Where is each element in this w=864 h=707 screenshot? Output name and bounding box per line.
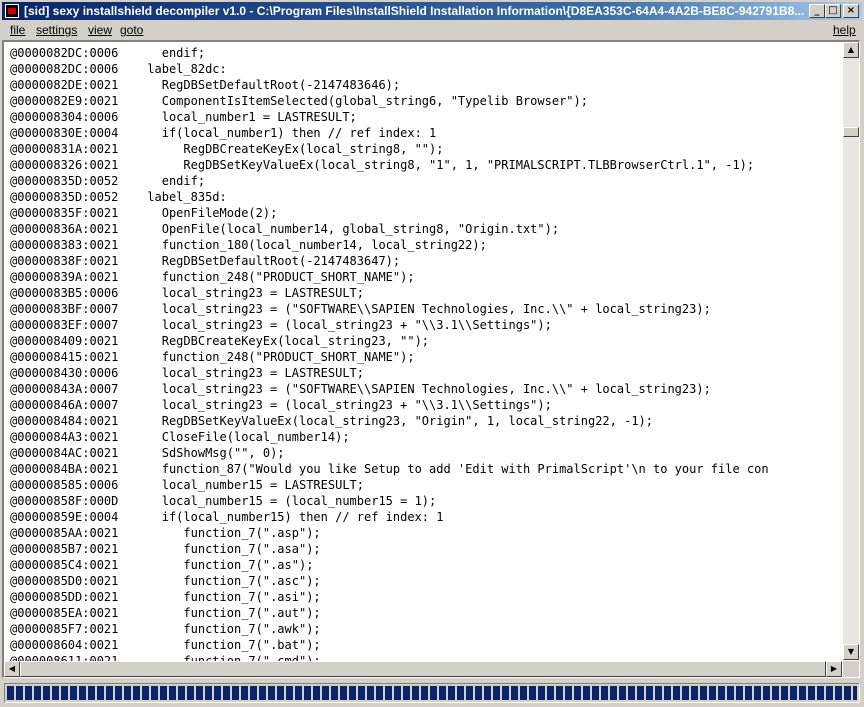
code-line: @000008409:0021 RegDBCreateKeyEx(local_s…	[10, 334, 430, 348]
scroll-right-button[interactable]: ▶	[826, 661, 842, 677]
code-line: @0000085EA:0021 function_7(".aut");	[10, 606, 321, 620]
vertical-scroll-thumb[interactable]	[843, 127, 859, 138]
progress-fill	[7, 686, 857, 700]
code-line: @000008415:0021 function_248("PRODUCT_SH…	[10, 350, 415, 364]
close-button[interactable]: ×	[843, 4, 859, 18]
menu-settings[interactable]: settings	[32, 21, 81, 39]
code-line: @00000859E:0004 if(local_number15) then …	[10, 510, 444, 524]
code-line: @00000830E:0004 if(local_number1) then /…	[10, 126, 437, 140]
menu-help[interactable]: help	[829, 21, 860, 39]
code-line: @0000082DC:0006 label_82dc:	[10, 62, 227, 76]
code-line: @0000085AA:0021 function_7(".asp");	[10, 526, 321, 540]
code-line: @0000085DD:0021 function_7(".asi");	[10, 590, 321, 604]
code-line: @000008383:0021 function_180(local_numbe…	[10, 238, 487, 252]
code-line: @000008304:0006 local_number1 = LASTRESU…	[10, 110, 357, 124]
code-line: @00000838F:0021 RegDBSetDefaultRoot(-214…	[10, 254, 401, 268]
code-line: @0000084BA:0021 function_87("Would you l…	[10, 462, 769, 476]
menu-bar: file settings view goto help	[2, 21, 862, 39]
code-line: @000008484:0021 RegDBSetKeyValueEx(local…	[10, 414, 653, 428]
code-line: @000008430:0006 local_string23 = LASTRES…	[10, 366, 365, 380]
code-line: @0000082E9:0021 ComponentIsItemSelected(…	[10, 94, 588, 108]
maximize-button[interactable]: □	[825, 4, 841, 18]
code-line: @0000082DE:0021 RegDBSetDefaultRoot(-214…	[10, 78, 401, 92]
menu-goto[interactable]: goto	[116, 21, 147, 39]
window-title: [sid] sexy installshield decompiler v1.0…	[24, 4, 804, 18]
vertical-scrollbar[interactable]: ▲ ▼	[843, 42, 859, 660]
menu-file-label: file	[10, 23, 26, 37]
code-line: @0000083BF:0007 local_string23 = ("SOFTW…	[10, 302, 711, 316]
code-line: @000008585:0006 local_number15 = LASTRES…	[10, 478, 365, 492]
menu-help-label: help	[833, 23, 856, 37]
menu-view-label: view	[88, 23, 113, 37]
code-line: @00000843A:0007 local_string23 = ("SOFTW…	[10, 382, 711, 396]
minimize-button[interactable]: _	[809, 4, 825, 18]
app-icon[interactable]	[5, 4, 19, 18]
code-line: @0000085B7:0021 function_7(".asa");	[10, 542, 321, 556]
code-line: @0000082DC:0006 endif;	[10, 46, 206, 60]
code-line: @00000831A:0021 RegDBCreateKeyEx(local_s…	[10, 142, 444, 156]
code-line: @00000846A:0007 local_string23 = (local_…	[10, 398, 552, 412]
menu-file[interactable]: file	[6, 21, 29, 39]
menu-view[interactable]: view	[84, 21, 116, 39]
code-editor[interactable]: @0000082DC:0006 endif; @0000082DC:0006 la…	[2, 40, 860, 678]
scrollbar-corner	[843, 661, 859, 677]
code-line: @00000836A:0021 OpenFile(local_number14,…	[10, 222, 560, 236]
title-bar[interactable]: [sid] sexy installshield decompiler v1.0…	[2, 2, 862, 20]
menu-settings-label: settings	[36, 23, 78, 37]
main-window: [sid] sexy installshield decompiler v1.0…	[0, 0, 864, 707]
code-line: @0000083EF:0007 local_string23 = (local_…	[10, 318, 552, 332]
code-line: @0000084AC:0021 SdShowMsg("", 0);	[10, 446, 285, 460]
progress-bar	[4, 683, 860, 703]
code-line: @00000858F:000D local_number15 = (local_…	[10, 494, 437, 508]
horizontal-scroll-thumb[interactable]	[20, 661, 826, 677]
code-line: @0000083B5:0006 local_string23 = LASTRES…	[10, 286, 365, 300]
code-line: @0000085D0:0021 function_7(".asc");	[10, 574, 321, 588]
menu-goto-label: goto	[120, 23, 144, 37]
code-line: @0000084A3:0021 CloseFile(local_number14…	[10, 430, 350, 444]
code-line: @000008326:0021 RegDBSetKeyValueEx(local…	[10, 158, 755, 172]
code-line: @00000835D:0052 label_835d:	[10, 190, 227, 204]
code-line: @00000835F:0021 OpenFileMode(2);	[10, 206, 278, 220]
scroll-down-button[interactable]: ▼	[843, 644, 859, 660]
scroll-up-button[interactable]: ▲	[843, 42, 859, 58]
scroll-left-button[interactable]: ◀	[4, 661, 20, 677]
code-line: @0000085C4:0021 function_7(".as");	[10, 558, 314, 572]
code-line: @000008604:0021 function_7(".bat");	[10, 638, 321, 652]
code-line: @00000835D:0052 endif;	[10, 174, 206, 188]
code-view[interactable]: @0000082DC:0006 endif; @0000082DC:0006 la…	[10, 45, 842, 661]
code-line: @00000839A:0021 function_248("PRODUCT_SH…	[10, 270, 415, 284]
code-line: @000008611:0021 function_7(".cmd");	[10, 654, 321, 661]
code-line: @0000085F7:0021 function_7(".awk");	[10, 622, 321, 636]
horizontal-scrollbar[interactable]: ◀ ▶	[4, 661, 842, 677]
